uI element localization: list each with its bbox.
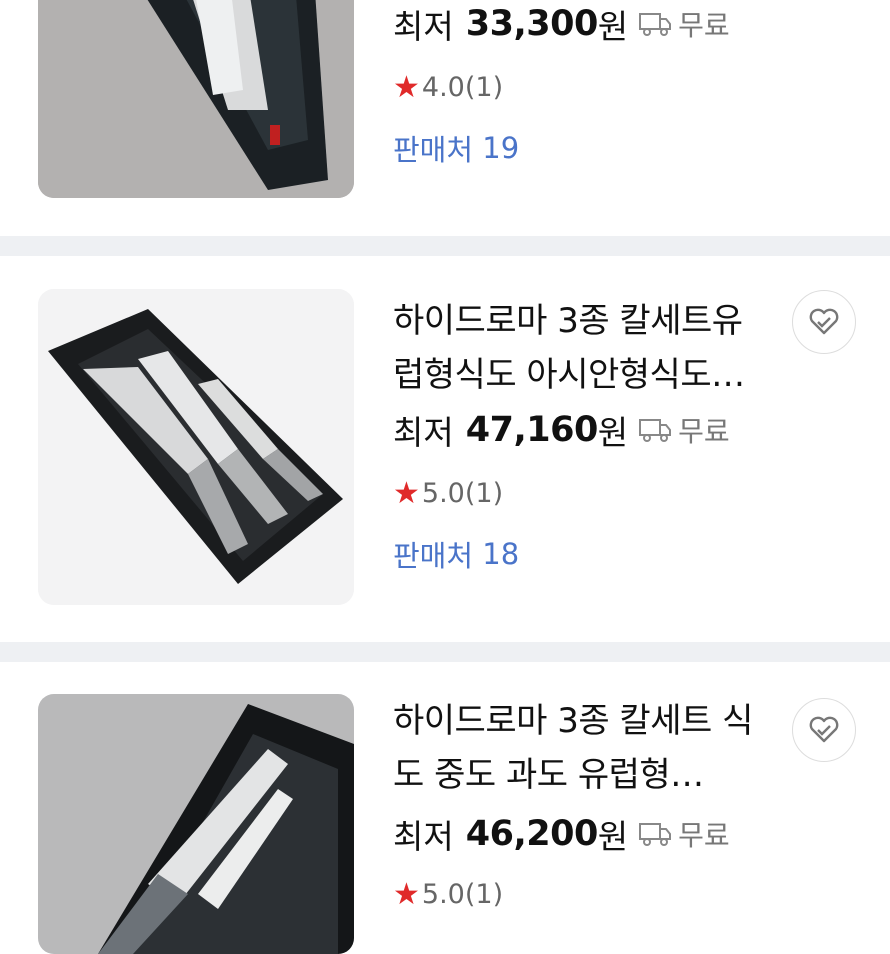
currency-unit: 원 [597,7,629,46]
shipping-label: 무료 [678,415,730,448]
shipping-label: 무료 [678,9,730,42]
sellers-link[interactable]: 판매처 18 [393,534,519,574]
product-card[interactable]: 하이드로마 3종 칼세트 식도 중도 과도 유럽형… 최저 46,200 원 무… [0,662,890,954]
sellers-label: 판매처 [393,539,474,573]
currency-unit: 원 [597,817,629,856]
product-card[interactable]: 최저 33,300 원 무료 ★ 4.0 (1) 판매처 19 [0,0,890,236]
card-separator [0,642,890,662]
truck-icon [638,820,672,848]
sellers-count: 18 [482,537,520,571]
review-count: (1) [464,477,504,509]
shipping-label: 무료 [678,819,730,852]
favorite-button[interactable] [792,290,856,354]
truck-icon [638,10,672,38]
star-icon: ★ [393,69,420,105]
heart-check-icon [809,716,839,743]
star-icon: ★ [393,876,420,912]
price-label: 최저 [393,7,454,46]
review-count: (1) [464,878,504,910]
product-card[interactable]: 하이드로마 3종 칼세트유럽형식도 아시안형식도… 최저 47,160 원 무료… [0,256,890,642]
knife-set-photo [38,289,354,605]
product-title[interactable]: 하이드로마 3종 칼세트유럽형식도 아시안형식도… [393,294,773,402]
price-value: 47,160 [465,410,599,450]
product-title[interactable]: 하이드로마 3종 칼세트 식도 중도 과도 유럽형… [393,694,773,802]
heart-check-icon [809,308,839,335]
star-icon: ★ [393,475,420,511]
rating-value: 4.0 [421,71,465,103]
price-row: 최저 47,160 원 무료 [393,406,730,454]
card-separator [0,236,890,256]
product-image[interactable] [38,0,354,198]
rating-value: 5.0 [421,878,465,910]
rating: ★ 4.0 (1) [393,67,503,107]
price-value: 46,200 [465,814,599,854]
rating-value: 5.0 [421,477,465,509]
price-label: 최저 [393,413,454,452]
product-image[interactable] [38,289,354,605]
truck-icon [638,416,672,444]
price-row: 최저 46,200 원 무료 [393,810,730,858]
favorite-button[interactable] [792,698,856,762]
sellers-label: 판매처 [393,133,474,167]
rating: ★ 5.0 (1) [393,874,503,914]
price-row: 최저 33,300 원 무료 [393,0,730,48]
rating: ★ 5.0 (1) [393,473,503,513]
sellers-link[interactable]: 판매처 19 [393,128,519,168]
sellers-count: 19 [482,131,520,165]
knife-set-photo [38,0,354,198]
knife-set-photo [38,694,354,954]
currency-unit: 원 [597,413,629,452]
price-value: 33,300 [465,4,599,44]
product-image[interactable] [38,694,354,954]
review-count: (1) [464,71,504,103]
price-label: 최저 [393,817,454,856]
